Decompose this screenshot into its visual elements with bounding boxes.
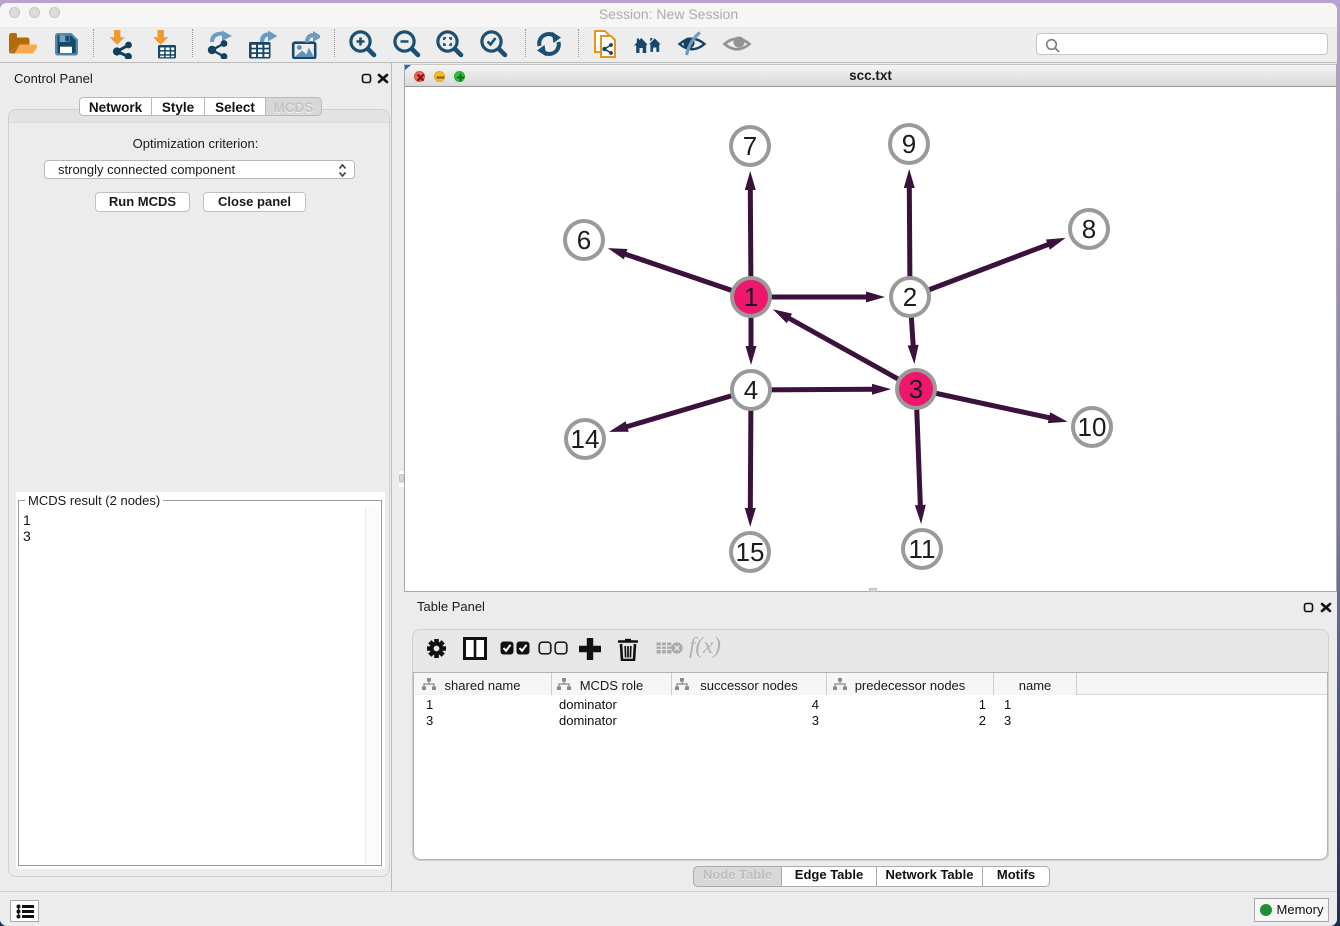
- svg-text:15: 15: [736, 537, 765, 567]
- svg-text:11: 11: [909, 534, 936, 564]
- svg-text:3: 3: [909, 374, 923, 404]
- svg-text:8: 8: [1082, 214, 1096, 244]
- svg-text:4: 4: [744, 375, 758, 405]
- svg-text:10: 10: [1078, 412, 1107, 442]
- svg-text:9: 9: [902, 129, 916, 159]
- svg-text:1: 1: [744, 282, 758, 312]
- svg-text:2: 2: [903, 282, 917, 312]
- svg-text:7: 7: [743, 131, 757, 161]
- svg-text:6: 6: [577, 225, 591, 255]
- svg-text:14: 14: [571, 424, 600, 454]
